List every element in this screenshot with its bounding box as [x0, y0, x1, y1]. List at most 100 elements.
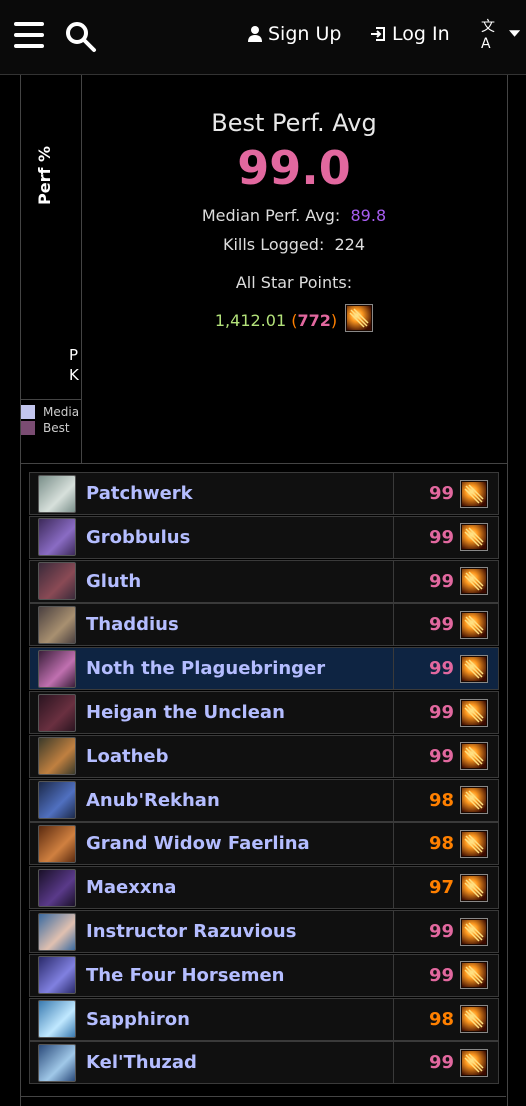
spark-icon[interactable] [460, 479, 488, 508]
perf-score: 99 [428, 1052, 454, 1074]
login-icon [371, 27, 385, 41]
table-row[interactable]: Maexxna 97 [29, 866, 499, 910]
boss-avatar [38, 912, 76, 951]
table-row[interactable]: Anub'Rekhan 98 [29, 778, 499, 822]
divider [20, 1096, 506, 1097]
sign-up-label: Sign Up [268, 23, 342, 45]
boss-avatar [38, 781, 76, 820]
top-navbar: Sign Up Log In 文A [0, 0, 526, 75]
spark-icon[interactable] [460, 610, 488, 639]
boss-name-link[interactable]: Grobbulus [86, 527, 393, 548]
boss-name-link[interactable]: Grand Widow Faerlina [86, 833, 393, 854]
perf-score: 99 [428, 614, 454, 636]
spark-icon[interactable] [460, 654, 488, 683]
table-row[interactable]: Instructor Razuvious 99 [29, 910, 499, 953]
table-row[interactable]: Heigan the Unclean 99 [29, 691, 499, 734]
perf-axis-title: Perf % [35, 145, 54, 205]
perf-score: 99 [428, 483, 454, 504]
spark-icon[interactable] [460, 567, 488, 596]
boss-avatar [38, 693, 76, 732]
boss-name-link[interactable]: Patchwerk [86, 483, 393, 504]
boss-name-link[interactable]: Heigan the Unclean [86, 702, 393, 723]
spark-icon[interactable] [345, 304, 374, 336]
median-value: 89.8 [350, 206, 387, 225]
legend-swatch [21, 421, 35, 435]
table-row[interactable]: Kel'Thuzad 99 [29, 1041, 499, 1085]
boss-avatar [38, 868, 76, 907]
table-row[interactable]: Patchwerk 99 [29, 472, 499, 515]
spark-icon[interactable] [460, 786, 488, 815]
boss-name-link[interactable]: Sapphiron [86, 1009, 393, 1030]
legend-item-median[interactable]: Media [21, 404, 81, 420]
perf-score: 98 [428, 1008, 454, 1030]
median-row: Median Perf. Avg: 89.8 [81, 201, 507, 230]
sign-up-link[interactable]: Sign Up [248, 20, 341, 48]
boss-rankings-table: Patchwerk 99 Grobbulus 99 Gluth 99 Thaddius 99 N… [20, 463, 508, 1106]
boss-name-link[interactable]: Thaddius [86, 614, 393, 635]
spark-icon[interactable] [460, 829, 488, 858]
table-row[interactable]: Thaddius 99 [29, 603, 499, 647]
boss-avatar [38, 518, 76, 557]
menu-icon[interactable] [14, 22, 44, 48]
spark-icon[interactable] [460, 961, 488, 990]
search-icon[interactable] [64, 20, 98, 54]
boss-name-link[interactable]: The Four Horsemen [86, 965, 393, 986]
boss-name-link[interactable]: Maexxna [86, 877, 393, 898]
perf-score: 99 [428, 570, 454, 592]
boss-avatar [38, 956, 76, 995]
perf-score: 99 [428, 964, 454, 986]
table-row[interactable]: Noth the Plaguebringer 99 [29, 647, 499, 691]
best-perf-label: Best Perf. Avg [211, 109, 377, 137]
legend-item-best[interactable]: Best [21, 420, 81, 436]
spark-icon[interactable] [460, 1048, 488, 1077]
chart-legend: Media Best [21, 399, 81, 436]
boss-avatar [38, 562, 76, 601]
caret-down-icon [508, 30, 520, 37]
spark-icon[interactable] [460, 917, 488, 946]
star-points-value: 1,412.01 [214, 310, 287, 330]
star-rank-value: 772 [297, 310, 331, 330]
kills-row: Kills Logged: 224 [81, 230, 507, 259]
spark-icon[interactable] [460, 698, 488, 727]
boss-avatar [38, 1043, 76, 1082]
kills-label: Kills Logged: [222, 235, 325, 254]
kills-value: 224 [334, 235, 366, 254]
performance-summary: Perf % P K Media Best Best Perf. Avg 99.… [20, 75, 508, 464]
star-points-label: All Star Points: [235, 273, 353, 292]
boss-avatar [38, 605, 76, 644]
perf-score: 99 [428, 702, 454, 723]
truncated-axis-text: P K [69, 346, 79, 384]
star-points-row: 1,412.01 (772) [81, 304, 507, 336]
boss-name-link[interactable]: Noth the Plaguebringer [86, 658, 393, 679]
table-row[interactable]: Grobbulus 99 [29, 515, 499, 559]
boss-name-link[interactable]: Anub'Rekhan [86, 790, 393, 811]
boss-avatar [38, 737, 76, 776]
perf-score: 98 [428, 833, 454, 855]
median-label: Median Perf. Avg: [201, 206, 341, 225]
table-row[interactable]: Gluth 99 [29, 559, 499, 603]
table-row[interactable]: Loatheb 99 [29, 734, 499, 778]
perf-score: 98 [428, 789, 454, 811]
translate-icon: 文A [481, 19, 495, 52]
perf-score: 99 [428, 658, 454, 680]
language-selector[interactable]: 文A [481, 19, 526, 52]
boss-name-link[interactable]: Gluth [86, 571, 393, 592]
log-in-link[interactable]: Log In [370, 20, 450, 48]
boss-name-link[interactable]: Loatheb [86, 746, 393, 767]
perf-score: 97 [428, 877, 454, 899]
table-row[interactable]: Sapphiron 98 [29, 997, 499, 1041]
boss-avatar [38, 1000, 76, 1039]
spark-icon[interactable] [460, 873, 488, 902]
boss-avatar [38, 474, 76, 513]
table-row[interactable]: Grand Widow Faerlina 98 [29, 822, 499, 866]
chart-sidebar: Perf % P K Media Best [21, 75, 82, 463]
perf-score: 99 [428, 526, 454, 548]
stat-summary: Best Perf. Avg 99.0 Median Perf. Avg: 89… [81, 75, 507, 336]
boss-name-link[interactable]: Instructor Razuvious [86, 921, 393, 942]
spark-icon[interactable] [460, 523, 488, 552]
table-row[interactable]: The Four Horsemen 99 [29, 953, 499, 997]
perf-score: 99 [428, 921, 454, 942]
boss-name-link[interactable]: Kel'Thuzad [86, 1052, 393, 1073]
spark-icon[interactable] [460, 1005, 488, 1034]
spark-icon[interactable] [460, 742, 488, 771]
